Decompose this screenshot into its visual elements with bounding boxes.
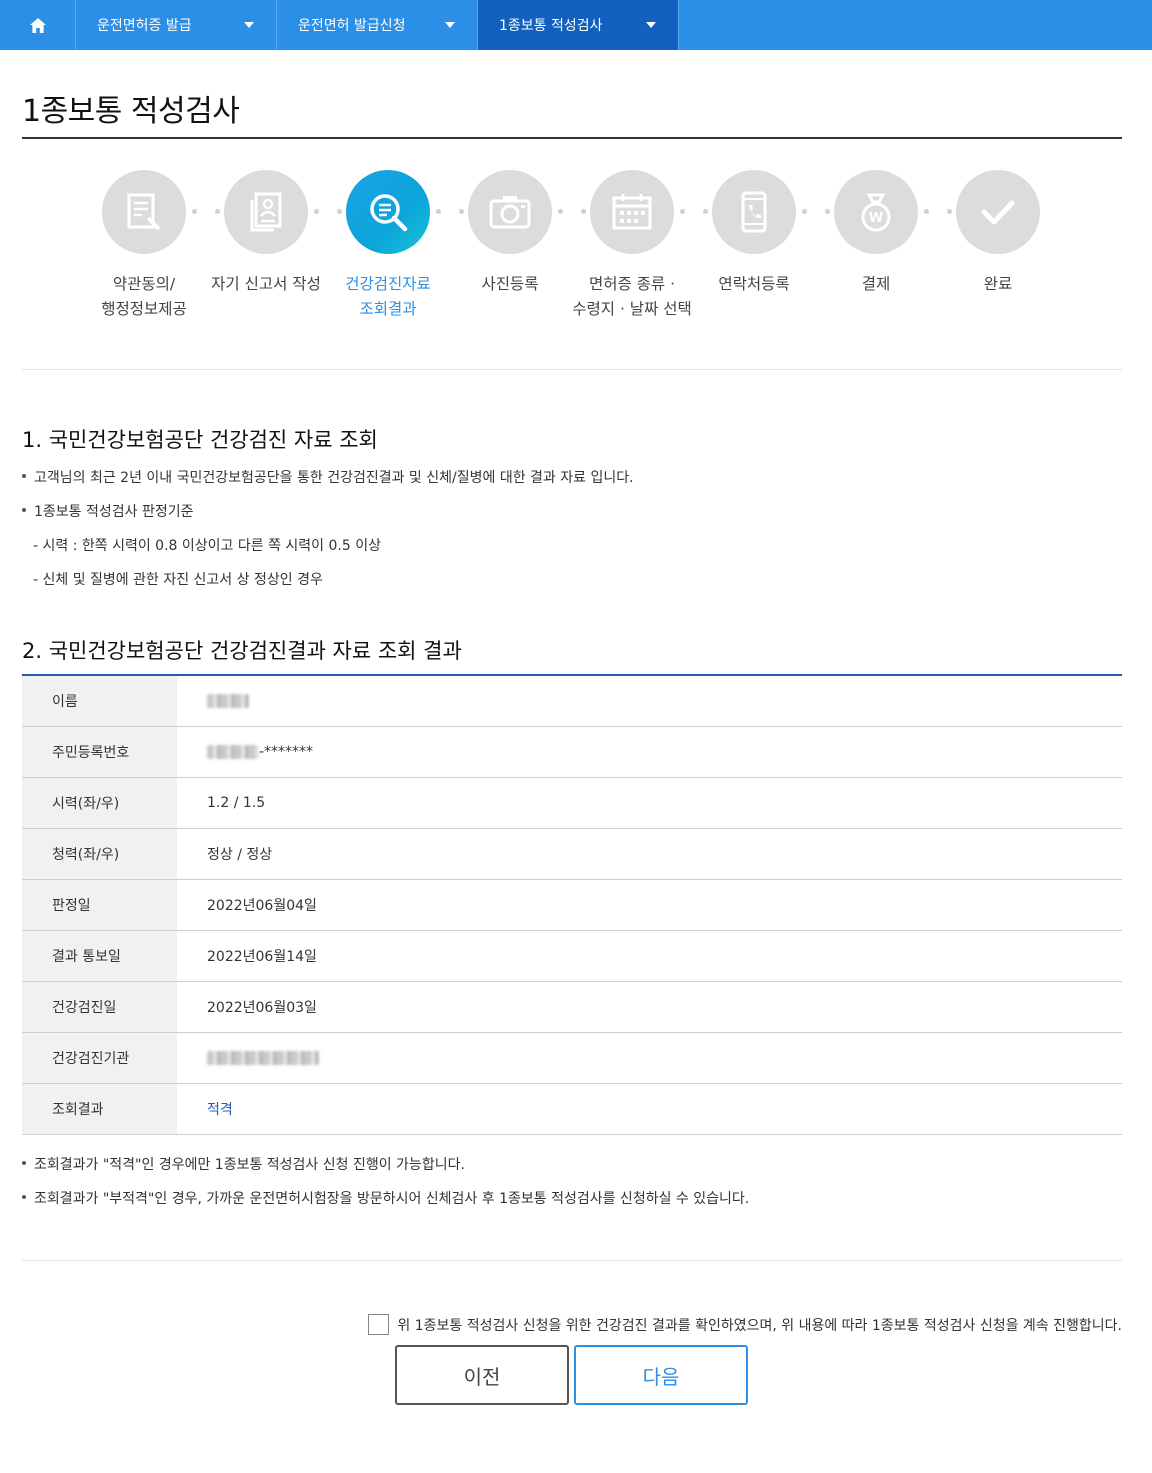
- row-label: 건강검진일: [22, 982, 177, 1032]
- row-value: 정상 / 정상: [207, 847, 273, 863]
- step-label: 완료: [983, 275, 1013, 293]
- info-bullet: 고객님의 최근 2년 이내 국민건강보험공단을 통한 건강검진결과 및 신체/질…: [22, 467, 634, 487]
- phone-icon: [712, 170, 796, 254]
- search-list-icon: [346, 170, 430, 254]
- agree-label[interactable]: 위 1종보통 적성검사 신청을 위한 건강검진 결과를 확인하였으며, 위 내용…: [397, 1315, 1122, 1335]
- table-row: 청력(좌/우) 정상 / 정상: [22, 829, 1122, 880]
- table-row: 판정일 2022년06월04일: [22, 880, 1122, 931]
- table-row: 이름: [22, 676, 1122, 727]
- row-value: 2022년06월04일: [207, 898, 317, 914]
- agree-checkbox[interactable]: [368, 1314, 390, 1335]
- row-label: 이름: [22, 676, 177, 726]
- masked-id-text: -*******: [259, 744, 314, 760]
- row-value: [177, 1033, 1122, 1083]
- info-text: 고객님의 최근 2년 이내 국민건강보험공단을 통한 건강검진결과 및 신체/질…: [34, 470, 634, 486]
- nav-item-label: 1종보통 적성검사: [499, 18, 603, 34]
- row-label: 주민등록번호: [22, 727, 177, 777]
- title-divider: [22, 137, 1122, 139]
- top-navigation: 운전면허증 발급 운전면허 발급신청 1종보통 적성검사: [0, 0, 1152, 50]
- camera-icon: [468, 170, 552, 254]
- document-edit-icon: [102, 170, 186, 254]
- row-value: 2022년06월03일: [207, 1000, 317, 1016]
- chevron-down-icon: [244, 22, 254, 28]
- info-text: 1종보통 적성검사 판정기준: [34, 504, 194, 520]
- table-row: 결과 통보일 2022년06월14일: [22, 931, 1122, 982]
- section-title: 1. 국민건강보험공단 건강검진 자료 조회: [22, 428, 378, 452]
- step-license-type: 면허증 종류 · 수령지 · 날짜 선택: [571, 170, 693, 322]
- nav-item-label: 운전면허 발급신청: [298, 18, 406, 34]
- divider: [22, 369, 1122, 370]
- step-terms: 약관동의/ 행정정보제공: [83, 170, 205, 322]
- redacted-institution: [207, 1051, 319, 1065]
- row-value: [177, 676, 1122, 726]
- table-row: 건강검진기관: [22, 1033, 1122, 1084]
- step-photo: 사진등록: [449, 170, 571, 297]
- note-text: 조회결과가 "적격"인 경우에만 1종보통 적성검사 신청 진행이 가능합니다.: [34, 1157, 465, 1173]
- row-value: 2022년06월14일: [207, 949, 317, 965]
- result-status: 적격: [207, 1102, 233, 1118]
- step-payment: W 결제: [815, 170, 937, 297]
- table-row: 조회결과 적격: [22, 1084, 1122, 1135]
- redacted-name: [207, 694, 249, 708]
- note-bullet: 조회결과가 "부적격"인 경우, 가까운 운전면허시험장을 방문하시어 신체검사…: [22, 1188, 749, 1208]
- step-complete: 완료: [937, 170, 1059, 297]
- chevron-down-icon: [445, 22, 455, 28]
- step-label: 연락처등록: [718, 275, 790, 293]
- note-bullet: 조회결과가 "적격"인 경우에만 1종보통 적성검사 신청 진행이 가능합니다.: [22, 1154, 465, 1174]
- nav-item-aptitude-test[interactable]: 1종보통 적성검사: [478, 0, 679, 50]
- home-button[interactable]: [0, 0, 76, 50]
- row-label: 시력(좌/우): [22, 778, 177, 828]
- row-label: 건강검진기관: [22, 1033, 177, 1083]
- calendar-icon: [590, 170, 674, 254]
- step-label: 결제: [861, 275, 891, 293]
- next-button[interactable]: 다음: [574, 1345, 748, 1405]
- row-label: 조회결과: [22, 1084, 177, 1134]
- row-label: 청력(좌/우): [22, 829, 177, 879]
- table-row: 건강검진일 2022년06월03일: [22, 982, 1122, 1033]
- step-label: 약관동의/ 행정정보제공: [101, 275, 187, 318]
- row-value: -*******: [177, 727, 1122, 777]
- section-title: 2. 국민건강보험공단 건강검진결과 자료 조회 결과: [22, 639, 462, 663]
- money-bag-icon: W: [834, 170, 918, 254]
- criteria-vision: - 시력 : 한쪽 시력이 0.8 이상이고 다른 쪽 시력이 0.5 이상: [33, 538, 381, 554]
- chevron-down-icon: [646, 22, 656, 28]
- home-icon: [29, 17, 46, 33]
- check-icon: [956, 170, 1040, 254]
- table-row: 주민등록번호 -*******: [22, 727, 1122, 778]
- self-report-icon: [224, 170, 308, 254]
- step-label: 면허증 종류 · 수령지 · 날짜 선택: [572, 275, 692, 318]
- step-label: 사진등록: [481, 275, 539, 293]
- progress-steps: 약관동의/ 행정정보제공 자기 신고서 작성 건강검진자료 조회결과 사진등록 …: [83, 170, 1062, 330]
- info-bullet: 1종보통 적성검사 판정기준: [22, 501, 194, 521]
- nav-item-license-apply[interactable]: 운전면허 발급신청: [277, 0, 478, 50]
- row-value: 1.2 / 1.5: [207, 795, 266, 811]
- table-row: 시력(좌/우) 1.2 / 1.5: [22, 778, 1122, 829]
- redacted-id: [207, 745, 259, 759]
- agree-row: 위 1종보통 적성검사 신청을 위한 건강검진 결과를 확인하였으며, 위 내용…: [368, 1314, 1122, 1335]
- result-table: 이름 주민등록번호 -******* 시력(좌/우) 1.2 / 1.5 청력(…: [22, 674, 1122, 1135]
- svg-text:W: W: [869, 211, 883, 226]
- step-label: 자기 신고서 작성: [211, 275, 321, 293]
- nav-item-license-issue[interactable]: 운전면허증 발급: [76, 0, 277, 50]
- divider: [22, 1260, 1122, 1261]
- prev-button[interactable]: 이전: [395, 1345, 569, 1405]
- nav-item-label: 운전면허증 발급: [97, 18, 192, 34]
- row-label: 판정일: [22, 880, 177, 930]
- row-label: 결과 통보일: [22, 931, 177, 981]
- step-contact: 연락처등록: [693, 170, 815, 297]
- step-self-report: 자기 신고서 작성: [205, 170, 327, 297]
- criteria-body: - 신체 및 질병에 관한 자진 신고서 상 정상인 경우: [33, 572, 323, 588]
- page-title: 1종보통 적성검사: [22, 94, 240, 129]
- note-text: 조회결과가 "부적격"인 경우, 가까운 운전면허시험장을 방문하시어 신체검사…: [34, 1191, 750, 1207]
- step-health-check: 건강검진자료 조회결과: [327, 170, 449, 322]
- step-label: 건강검진자료 조회결과: [345, 275, 431, 318]
